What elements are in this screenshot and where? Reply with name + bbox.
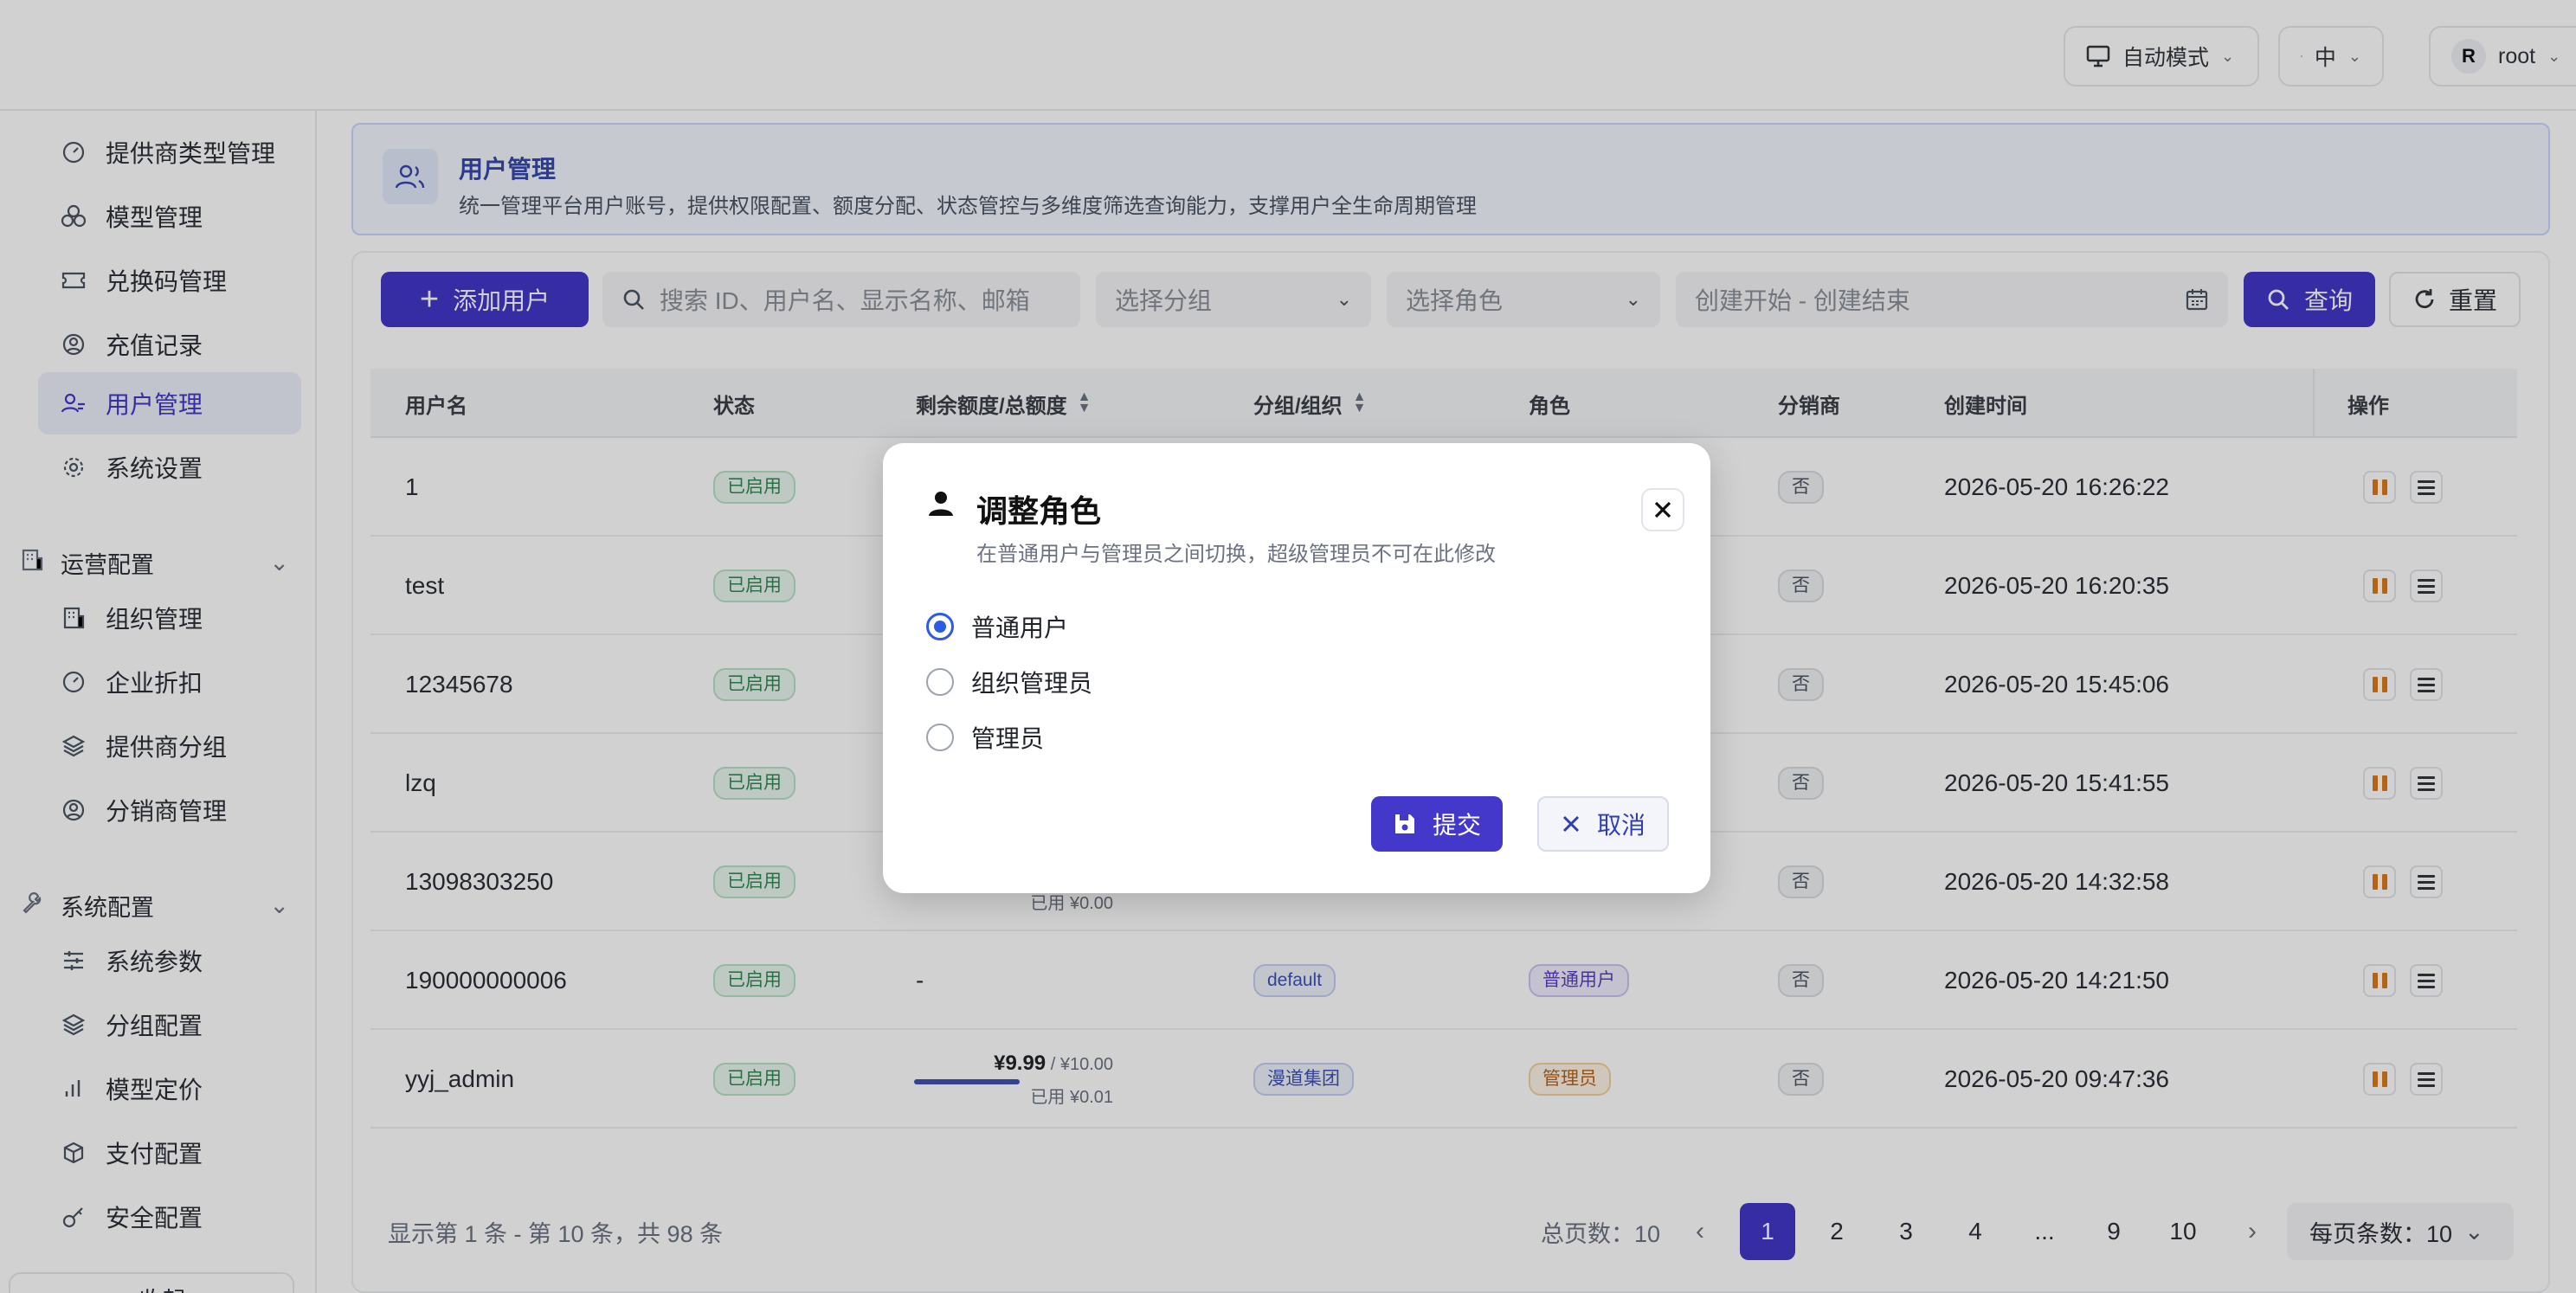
role-option-label: 管理员 — [971, 725, 1045, 752]
close-button[interactable] — [1641, 488, 1684, 531]
close-icon — [1654, 501, 1671, 518]
close-icon — [1562, 815, 1580, 833]
save-icon — [1394, 814, 1414, 833]
submit-button[interactable]: 提交 — [1371, 796, 1503, 852]
radio-button[interactable] — [926, 613, 954, 640]
role-option-admin[interactable]: 管理员 — [926, 720, 1044, 755]
adjust-role-dialog: 调整角色 在普通用户与管理员之间切换，超级管理员不可在此修改 普通用户 组织管理… — [883, 443, 1710, 893]
radio-button[interactable] — [926, 668, 954, 696]
cancel-label: 取消 — [1596, 812, 1645, 839]
cancel-button[interactable]: 取消 — [1537, 796, 1669, 852]
submit-label: 提交 — [1432, 812, 1481, 839]
role-option-label: 组织管理员 — [971, 670, 1093, 697]
role-option-normal-user[interactable]: 普通用户 — [926, 609, 1068, 644]
dialog-title: 调整角色 — [976, 493, 1102, 529]
dialog-description: 在普通用户与管理员之间切换，超级管理员不可在此修改 — [976, 543, 1496, 566]
user-icon — [929, 492, 953, 516]
radio-button[interactable] — [926, 724, 954, 751]
role-option-label: 普通用户 — [971, 614, 1069, 641]
role-option-org-admin[interactable]: 组织管理员 — [926, 665, 1092, 699]
